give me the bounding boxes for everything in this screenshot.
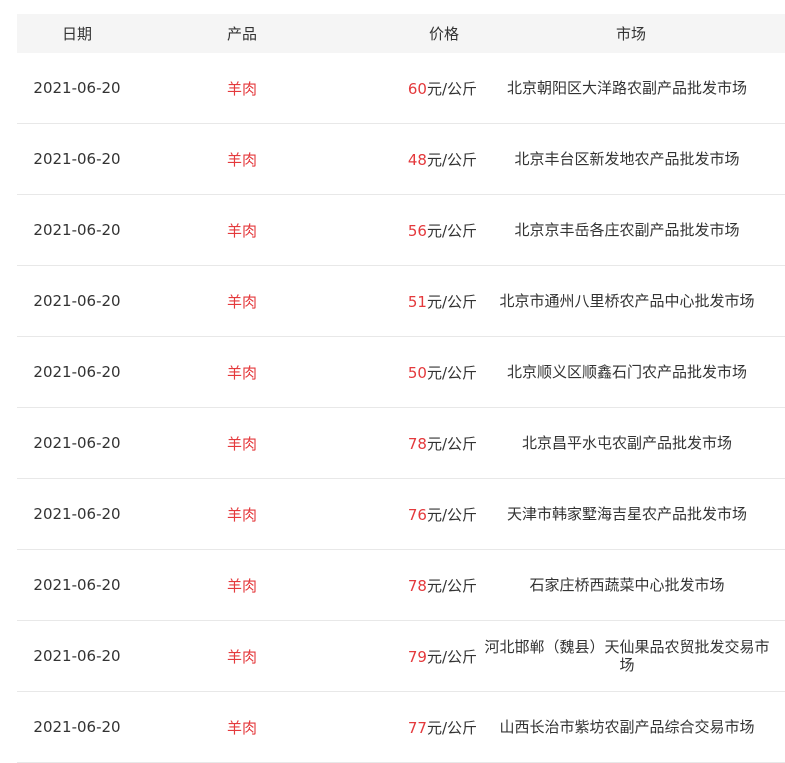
price-table: 日期 产品 价格 市场 2021-06-20 羊肉 60元/公斤 北京朝阳区大洋… [17, 14, 785, 763]
row-market-link[interactable]: 北京丰台区新发地农产品批发市场 [477, 123, 785, 195]
row-price: 78元/公斤 [347, 549, 477, 621]
row-price: 51元/公斤 [347, 265, 477, 337]
price-unit: 元/公斤 [426, 79, 477, 98]
header-product: 产品 [137, 14, 347, 53]
row-product-link[interactable]: 羊肉 [137, 265, 347, 337]
row-date: 2021-06-20 [17, 265, 137, 337]
row-date: 2021-06-20 [17, 123, 137, 195]
row-date: 2021-06-20 [17, 336, 137, 408]
table-row: 2021-06-20 羊肉 76元/公斤 天津市韩家墅海吉星农产品批发市场 [17, 478, 785, 550]
table-row: 2021-06-20 羊肉 78元/公斤 石家庄桥西蔬菜中心批发市场 [17, 549, 785, 621]
price-unit: 元/公斤 [426, 292, 477, 311]
row-price: 56元/公斤 [347, 194, 477, 266]
table-row: 2021-06-20 羊肉 78元/公斤 北京昌平水屯农副产品批发市场 [17, 407, 785, 479]
table-header: 日期 产品 价格 市场 [17, 14, 785, 53]
row-product-link[interactable]: 羊肉 [137, 620, 347, 692]
header-market: 市场 [477, 14, 785, 53]
row-price: 77元/公斤 [347, 691, 477, 763]
price-value: 76 [407, 505, 427, 524]
table-row: 2021-06-20 羊肉 50元/公斤 北京顺义区顺鑫石门农产品批发市场 [17, 336, 785, 408]
row-product-link[interactable]: 羊肉 [137, 53, 347, 124]
price-unit: 元/公斤 [426, 718, 477, 737]
price-unit: 元/公斤 [426, 505, 477, 524]
row-price: 79元/公斤 [347, 620, 477, 692]
row-market-link[interactable]: 河北邯郸（魏县）天仙果品农贸批发交易市场 [477, 620, 785, 692]
price-unit: 元/公斤 [426, 221, 477, 240]
table-row: 2021-06-20 羊肉 56元/公斤 北京京丰岳各庄农副产品批发市场 [17, 194, 785, 266]
table-row: 2021-06-20 羊肉 51元/公斤 北京市通州八里桥农产品中心批发市场 [17, 265, 785, 337]
table-row: 2021-06-20 羊肉 48元/公斤 北京丰台区新发地农产品批发市场 [17, 123, 785, 195]
row-product-link[interactable]: 羊肉 [137, 478, 347, 550]
row-product-link[interactable]: 羊肉 [137, 691, 347, 763]
table-row: 2021-06-20 羊肉 77元/公斤 山西长治市紫坊农副产品综合交易市场 [17, 691, 785, 763]
row-market-link[interactable]: 天津市韩家墅海吉星农产品批发市场 [477, 478, 785, 550]
row-market-link[interactable]: 山西长治市紫坊农副产品综合交易市场 [477, 691, 785, 763]
table-row: 2021-06-20 羊肉 79元/公斤 河北邯郸（魏县）天仙果品农贸批发交易市… [17, 620, 785, 692]
price-value: 60 [407, 79, 427, 98]
price-value: 79 [407, 647, 427, 666]
row-date: 2021-06-20 [17, 407, 137, 479]
row-market-link[interactable]: 北京市通州八里桥农产品中心批发市场 [477, 265, 785, 337]
row-date: 2021-06-20 [17, 53, 137, 124]
header-price: 价格 [347, 14, 477, 53]
row-price: 76元/公斤 [347, 478, 477, 550]
row-market-link[interactable]: 北京顺义区顺鑫石门农产品批发市场 [477, 336, 785, 408]
row-product-link[interactable]: 羊肉 [137, 336, 347, 408]
row-price: 48元/公斤 [347, 123, 477, 195]
row-product-link[interactable]: 羊肉 [137, 407, 347, 479]
price-unit: 元/公斤 [426, 150, 477, 169]
price-unit: 元/公斤 [426, 363, 477, 382]
price-unit: 元/公斤 [426, 576, 477, 595]
row-product-link[interactable]: 羊肉 [137, 123, 347, 195]
row-market-link[interactable]: 石家庄桥西蔬菜中心批发市场 [477, 549, 785, 621]
price-value: 50 [407, 363, 427, 382]
table-row: 2021-06-20 羊肉 60元/公斤 北京朝阳区大洋路农副产品批发市场 [17, 53, 785, 124]
price-value: 51 [407, 292, 427, 311]
row-market-link[interactable]: 北京昌平水屯农副产品批发市场 [477, 407, 785, 479]
row-price: 50元/公斤 [347, 336, 477, 408]
price-value: 56 [407, 221, 427, 240]
row-date: 2021-06-20 [17, 478, 137, 550]
row-product-link[interactable]: 羊肉 [137, 194, 347, 266]
row-market-link[interactable]: 北京朝阳区大洋路农副产品批发市场 [477, 53, 785, 124]
table-body: 2021-06-20 羊肉 60元/公斤 北京朝阳区大洋路农副产品批发市场 20… [17, 53, 785, 763]
header-row: 日期 产品 价格 市场 [17, 14, 785, 53]
row-date: 2021-06-20 [17, 194, 137, 266]
row-price: 78元/公斤 [347, 407, 477, 479]
row-market-link[interactable]: 北京京丰岳各庄农副产品批发市场 [477, 194, 785, 266]
price-value: 78 [407, 576, 427, 595]
price-value: 78 [407, 434, 427, 453]
price-value: 48 [407, 150, 427, 169]
price-unit: 元/公斤 [426, 647, 477, 666]
price-unit: 元/公斤 [426, 434, 477, 453]
row-product-link[interactable]: 羊肉 [137, 549, 347, 621]
row-date: 2021-06-20 [17, 620, 137, 692]
row-date: 2021-06-20 [17, 691, 137, 763]
row-price: 60元/公斤 [347, 53, 477, 124]
header-date: 日期 [17, 14, 137, 53]
price-value: 77 [407, 718, 427, 737]
row-date: 2021-06-20 [17, 549, 137, 621]
